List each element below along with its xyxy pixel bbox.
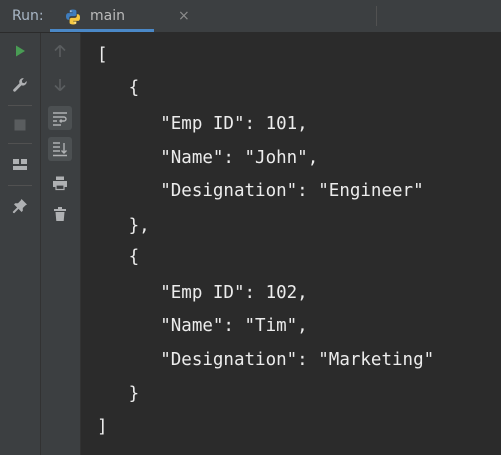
- up-arrow-icon: [54, 44, 66, 57]
- next-occurrence-button[interactable]: [48, 73, 72, 97]
- console-line: "Name": "Tim",: [97, 316, 308, 336]
- wrench-icon: [13, 78, 27, 92]
- pin-icon: [12, 199, 27, 214]
- layout-icon: [13, 159, 27, 170]
- clear-all-button[interactable]: [48, 202, 72, 226]
- console-line: [: [97, 45, 108, 65]
- console-line: }: [97, 384, 140, 404]
- down-arrow-icon: [54, 79, 66, 92]
- print-icon: [53, 176, 67, 191]
- console-line: "Emp ID": 102,: [97, 283, 308, 303]
- run-toolbar-secondary: [40, 33, 80, 455]
- pin-tab-button[interactable]: [8, 194, 32, 218]
- rerun-button[interactable]: [8, 39, 32, 63]
- run-toolbar-primary: [0, 33, 40, 455]
- scroll-to-end-icon: [53, 142, 67, 157]
- rerun-icon: [16, 45, 25, 57]
- trash-icon: [54, 207, 66, 221]
- close-icon[interactable]: ×: [178, 8, 190, 24]
- toolbar-separator: [8, 143, 32, 144]
- soft-wrap-icon: [53, 112, 67, 126]
- console-line: "Designation": "Engineer": [97, 181, 424, 201]
- stop-icon: [14, 119, 26, 131]
- console-line: "Name": "John",: [97, 148, 319, 168]
- print-button[interactable]: [48, 171, 72, 195]
- restore-layout-button[interactable]: [8, 153, 32, 177]
- console-line: },: [97, 216, 150, 236]
- toolbar-separator: [8, 105, 32, 106]
- console-line: {: [97, 78, 140, 98]
- console-line: "Designation": "Marketing": [97, 350, 435, 370]
- toolbar-separator: [8, 185, 32, 186]
- stop-button[interactable]: [8, 113, 32, 137]
- tab-main-label: main: [90, 8, 125, 24]
- edit-configuration-button[interactable]: [8, 73, 32, 97]
- header-divider: [376, 6, 377, 26]
- console-line: {: [97, 247, 140, 267]
- previous-occurrence-button[interactable]: [48, 39, 72, 63]
- console-line: ]: [97, 417, 108, 437]
- soft-wrap-button[interactable]: [48, 106, 72, 130]
- python-icon: [64, 8, 82, 26]
- scroll-to-end-button[interactable]: [48, 137, 72, 161]
- run-tool-window-header: Run: main ×: [0, 0, 501, 33]
- tab-main[interactable]: main ×: [50, 0, 190, 33]
- active-tab-indicator: [50, 29, 154, 32]
- console-output[interactable]: [ { "Emp ID": 101, "Name": "John", "Desi…: [81, 33, 501, 455]
- console-line: "Emp ID": 101,: [97, 114, 308, 134]
- run-label: Run:: [12, 8, 44, 24]
